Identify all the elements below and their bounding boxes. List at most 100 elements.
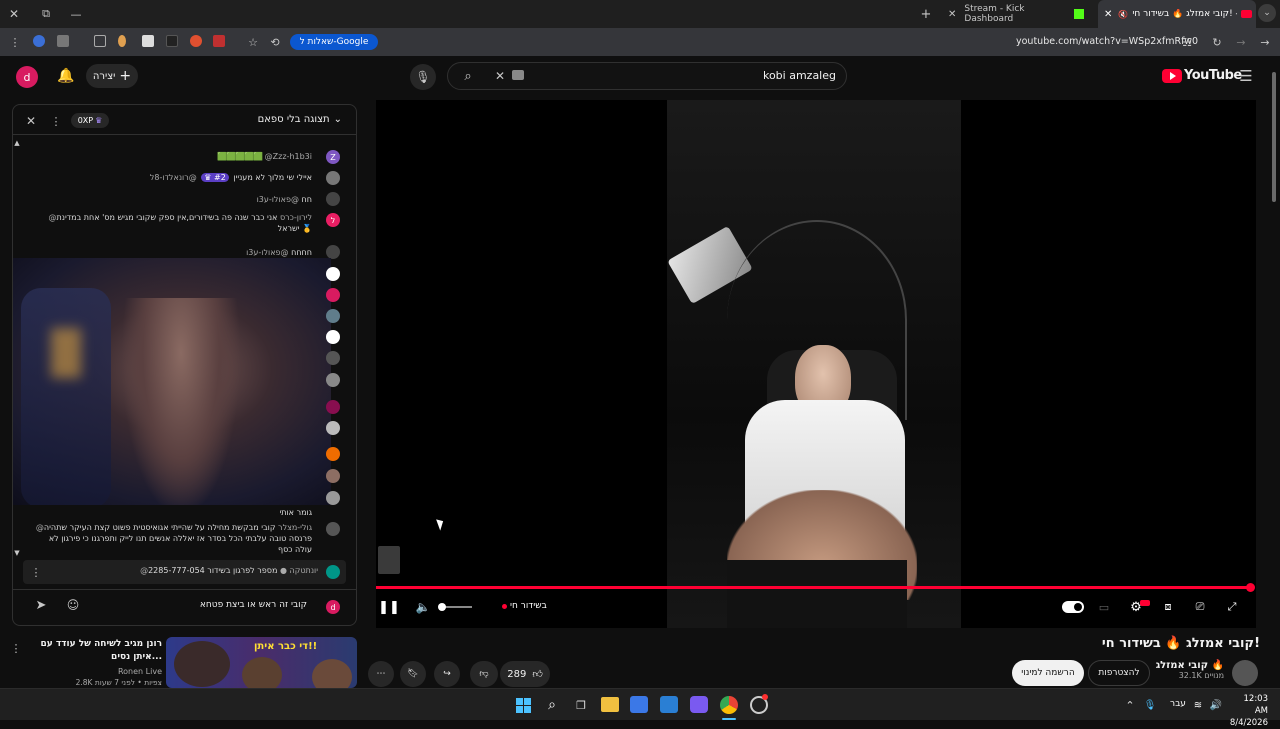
- close-tab-icon[interactable]: ✕: [1104, 9, 1112, 20]
- url-text[interactable]: youtube.com/watch?v=WSp2xfmRfw0: [1016, 36, 1198, 47]
- search-icon[interactable]: ⌕: [543, 696, 561, 714]
- avatar-letter: d: [23, 70, 31, 84]
- avatar: [326, 171, 340, 185]
- hamburger-menu-icon[interactable]: ☰: [1236, 66, 1256, 86]
- live-indicator[interactable]: בשידור חי: [502, 601, 547, 611]
- autoplay-toggle[interactable]: [1062, 601, 1084, 613]
- new-tab-icon[interactable]: +: [918, 6, 934, 22]
- share-button[interactable]: ↪: [434, 661, 460, 687]
- extension-icon[interactable]: [190, 35, 202, 47]
- send-icon[interactable]: ➤: [33, 597, 49, 613]
- extension-icon[interactable]: [57, 35, 69, 47]
- clock[interactable]: 12:03 AM 8/4/2026: [1228, 693, 1268, 729]
- extension-icon[interactable]: [166, 35, 178, 47]
- avatar[interactable]: d: [16, 66, 38, 88]
- scroll-up-icon[interactable]: ▲: [13, 139, 21, 147]
- microphone-icon[interactable]: 🎙: [1144, 697, 1157, 713]
- emoji-icon[interactable]: ☺: [65, 597, 81, 613]
- windows-start-icon[interactable]: [514, 696, 532, 714]
- volume-icon[interactable]: 🔈: [414, 598, 432, 616]
- avatar: [326, 421, 340, 435]
- close-window-icon[interactable]: ✕: [6, 6, 22, 22]
- more-actions-button[interactable]: ⋯: [368, 661, 394, 687]
- menu-dots-icon[interactable]: ⋮: [8, 34, 22, 50]
- chat-mode-dropdown[interactable]: תצוגה בלי ספאם ⌄: [258, 114, 342, 125]
- reload-icon[interactable]: ↻: [1210, 34, 1224, 50]
- google-chip[interactable]: שאלות ל-Google: [290, 34, 378, 50]
- extension-icon[interactable]: [213, 35, 225, 47]
- channel-avatar[interactable]: [1232, 660, 1258, 686]
- save-button[interactable]: 🔖︎: [400, 661, 426, 687]
- xp-badge[interactable]: 0XP ♛: [71, 113, 109, 128]
- recommended-thumbnail[interactable]: די כבר איתן!!: [166, 637, 357, 688]
- extension-icon[interactable]: [94, 35, 106, 47]
- channel-name[interactable]: קובי אמזלג 🔥: [1156, 660, 1224, 671]
- forward-icon[interactable]: →: [1258, 34, 1272, 50]
- like-button[interactable]: 289 👍︎: [500, 661, 550, 687]
- recommended-channel[interactable]: Ronen Live: [28, 667, 162, 676]
- chat-menu-icon[interactable]: ⋮: [51, 113, 62, 129]
- pause-icon[interactable]: ❚❚: [378, 598, 400, 616]
- chevron-up-icon[interactable]: ⌃: [1124, 697, 1136, 713]
- back-icon[interactable]: →: [1234, 34, 1248, 50]
- keyboard-icon[interactable]: [512, 70, 524, 80]
- progress-bar[interactable]: [376, 586, 1252, 589]
- restore-window-icon[interactable]: ⧉: [38, 6, 54, 22]
- tab-youtube-live[interactable]: ✕ 🔇 קובי אמזלג 🔥 בשידור חי! -: [1098, 0, 1256, 28]
- progress-scrubber[interactable]: [1246, 583, 1255, 592]
- fullscreen-icon[interactable]: ⤢: [1224, 599, 1240, 615]
- mute-tab-icon[interactable]: 🔇: [1118, 10, 1128, 19]
- pinned-message[interactable]: ⋮ @יונתטקה ● מספר לפרגון בשידור 2285-777…: [23, 560, 346, 584]
- file-explorer-icon[interactable]: [601, 697, 619, 712]
- store-icon[interactable]: [630, 696, 648, 713]
- channel-info[interactable]: קובי אמזלג 🔥 32.1K מנויים: [1156, 660, 1224, 680]
- extension-icon[interactable]: [33, 35, 45, 47]
- scroll-down-icon[interactable]: ▼: [13, 549, 21, 557]
- avatar: [326, 447, 340, 461]
- clear-search-icon[interactable]: ✕: [492, 66, 508, 86]
- close-tab-icon[interactable]: ✕: [948, 9, 956, 20]
- join-button[interactable]: להצטרפות: [1088, 660, 1150, 686]
- youtube-logo[interactable]: YouTube: [1162, 68, 1242, 83]
- tune-icon[interactable]: ☷: [1180, 34, 1194, 50]
- extension-icon[interactable]: [118, 35, 126, 47]
- bell-icon[interactable]: 🔔: [56, 66, 76, 86]
- translate-icon[interactable]: ⟲: [268, 34, 282, 50]
- recommended-stats: 2.8K צפיות • לפני 7 שעות: [75, 678, 162, 687]
- chrome-icon[interactable]: [720, 696, 738, 714]
- page-scrollbar[interactable]: [1272, 72, 1276, 202]
- recommended-title[interactable]: רונן מגיב לשיחה של עודד עם איתן נסים...: [28, 638, 163, 664]
- youtube-play-icon: [1162, 68, 1182, 83]
- tab-kick-dashboard[interactable]: ✕ Stream - Kick Dashboard: [940, 0, 1090, 28]
- create-button[interactable]: יצירה +: [86, 64, 138, 88]
- volume-knob[interactable]: [438, 603, 446, 611]
- wifi-icon[interactable]: ≋: [1192, 697, 1204, 713]
- miniplayer-icon[interactable]: ⧈: [1160, 599, 1176, 615]
- subscribe-button[interactable]: הרשמה למינוי: [1012, 660, 1084, 686]
- recommended-text[interactable]: רונן מגיב לשיחה של עודד עם איתן נסים... …: [28, 638, 163, 687]
- app-icon[interactable]: [690, 696, 708, 713]
- avatar-letter: ל: [330, 215, 336, 225]
- close-chat-icon[interactable]: ✕: [23, 113, 39, 129]
- like-count: 289: [507, 668, 527, 680]
- volume-slider[interactable]: [442, 606, 472, 608]
- search-icon[interactable]: ⌕: [458, 66, 478, 86]
- chat-message: איילי שי מלוך לא מעניין #2 ♛ @רונאלדו-8ל: [42, 172, 312, 183]
- search-input[interactable]: kobi amzaleg: [740, 69, 836, 82]
- extension-icon[interactable]: [142, 35, 154, 47]
- pinned-menu-icon[interactable]: ⋮: [31, 564, 42, 580]
- photos-icon[interactable]: [660, 696, 678, 713]
- language-indicator[interactable]: עבר: [1170, 699, 1186, 709]
- cast-icon[interactable]: ⎚: [1192, 599, 1208, 615]
- dislike-button[interactable]: 👎︎: [470, 661, 498, 687]
- microphone-icon[interactable]: 🎙: [410, 64, 436, 90]
- speaker-icon[interactable]: 🔊: [1210, 697, 1222, 713]
- minimize-window-icon[interactable]: —: [68, 6, 84, 22]
- message-author: @רונאלדו-8ל: [149, 173, 197, 182]
- bookmark-star-icon[interactable]: ☆: [246, 34, 260, 50]
- task-view-icon[interactable]: ❐: [572, 696, 590, 714]
- chat-input[interactable]: קובי זה ראש או ביצת פטחא: [87, 595, 311, 617]
- tab-search-icon[interactable]: ⌄: [1258, 4, 1276, 22]
- recommended-menu-icon[interactable]: ⋮: [10, 640, 22, 656]
- subtitles-icon[interactable]: ▭: [1096, 599, 1112, 615]
